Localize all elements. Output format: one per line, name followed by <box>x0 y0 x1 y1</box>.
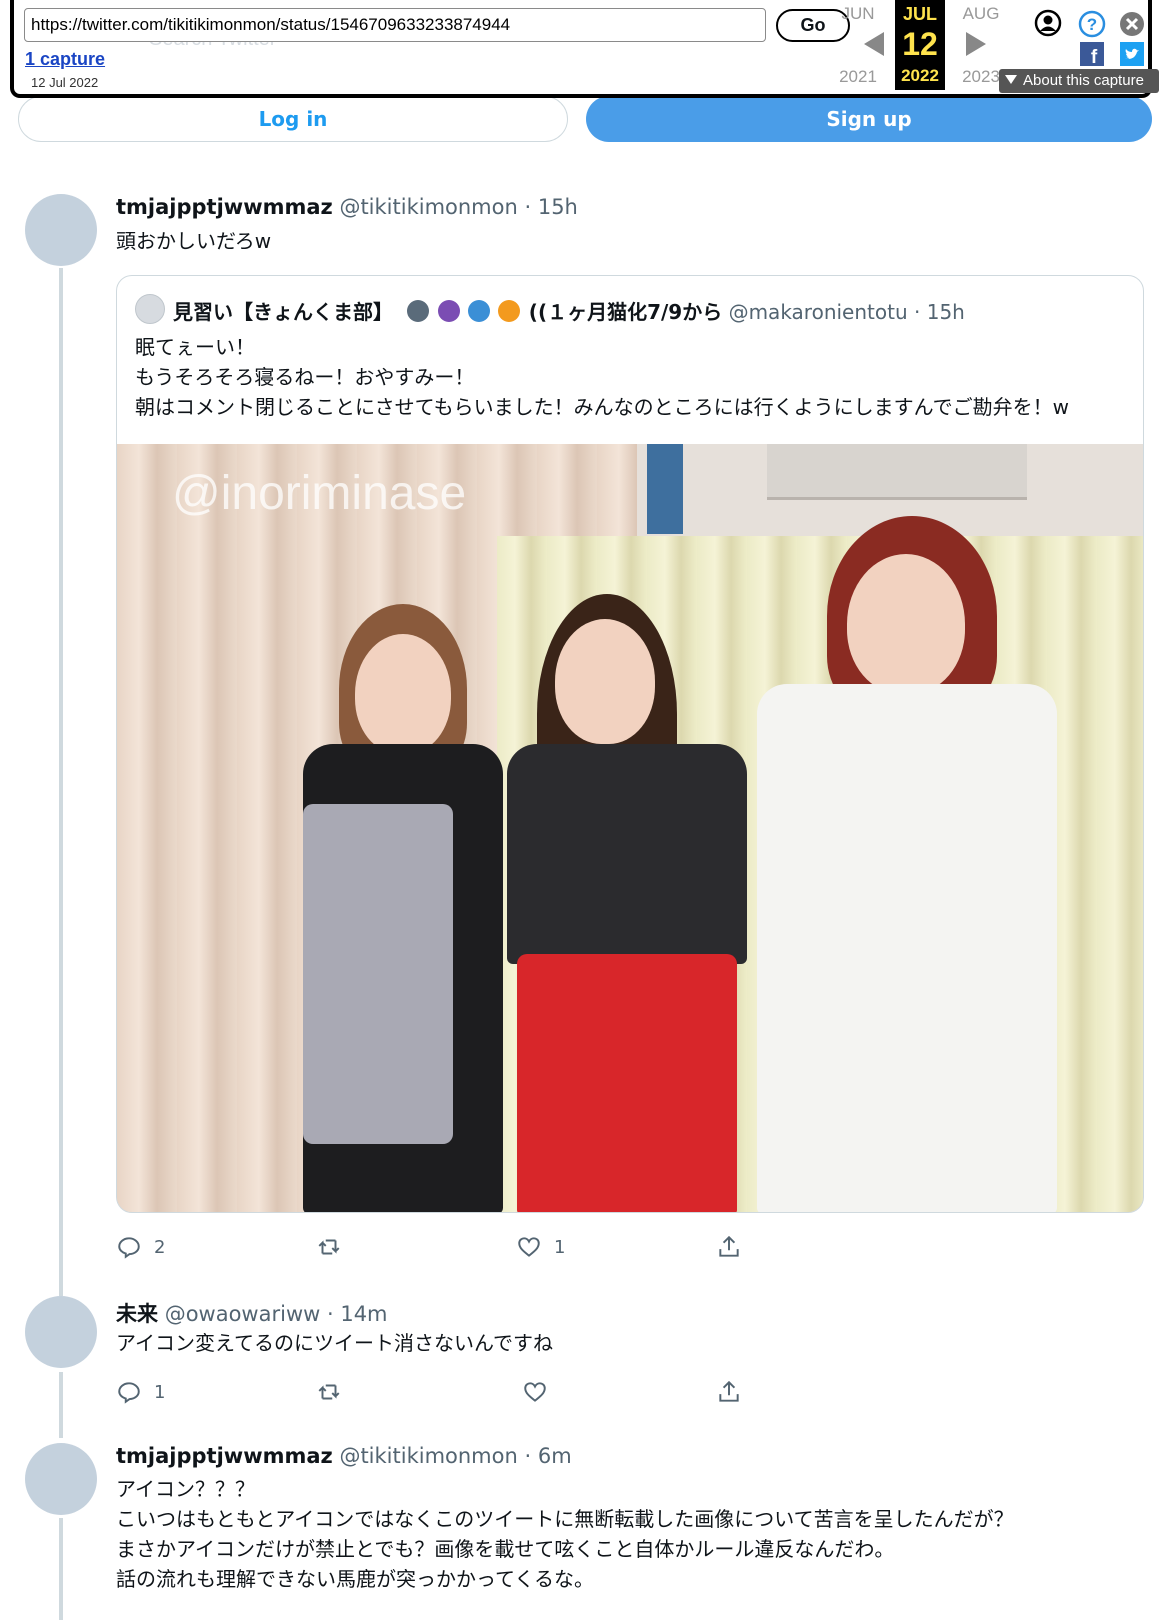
login-button[interactable]: Log in <box>18 96 568 142</box>
quote-line: 眠てぇーい！ <box>135 335 255 359</box>
like-icon <box>524 1382 546 1402</box>
prev-year-link[interactable]: 2021 <box>834 67 882 87</box>
prev-month-link[interactable]: JUN <box>834 4 882 24</box>
thread-line <box>59 268 63 1296</box>
current-capture-date: JUL 12 2022 <box>895 0 945 90</box>
quote-time: · 15h <box>914 300 965 324</box>
retweet-button[interactable] <box>316 1232 354 1262</box>
about-capture-button[interactable]: About this capture <box>999 69 1159 93</box>
shark-emoji-icon <box>407 300 430 322</box>
captures-link[interactable]: 1 capture <box>25 49 105 70</box>
avatar[interactable] <box>25 194 97 266</box>
avatar[interactable] <box>25 1296 97 1368</box>
tweet-line: こいつはもともとアイコンではなくこのツイートに無断転載した画像について苦言を呈し… <box>116 1507 1014 1531</box>
share-button[interactable] <box>716 1377 742 1407</box>
tweet-text: アイコン変えてるのにツイート消さないんですね <box>116 1331 553 1355</box>
like-button[interactable] <box>522 1377 560 1407</box>
quote-text: 眠てぇーい！ もうそろそろ寝るねー！おやすみー！ 朝はコメント閉じることにさせて… <box>135 332 1069 422</box>
retweet-icon <box>318 1384 340 1400</box>
quote-line: もうそろそろ寝るねー！おやすみー！ <box>135 365 475 389</box>
prev-capture-arrow-icon[interactable] <box>864 32 884 56</box>
next-month-link[interactable]: AUG <box>957 4 1005 24</box>
reply-button[interactable]: 1 <box>116 1377 165 1407</box>
quote-author-name: 見習い【きょんくま部】 <box>173 300 393 324</box>
tweet-header: tmjajpptjwwmmaz @tikitikimonmon · 6m <box>116 1444 572 1468</box>
wayback-url-input[interactable]: https://twitter.com/tikitikimonmon/statu… <box>24 8 766 42</box>
current-year: 2022 <box>901 66 939 85</box>
tweet-time[interactable]: · 14m <box>327 1302 388 1326</box>
author-handle[interactable]: @tikitikimonmon <box>339 195 517 219</box>
avatar[interactable] <box>25 1443 97 1515</box>
twitter-icon[interactable] <box>1120 42 1144 66</box>
orange-emoji-icon <box>498 300 521 322</box>
quote-avatar <box>135 294 165 324</box>
svg-text:?: ? <box>1087 15 1097 34</box>
thread-line <box>59 1518 63 1620</box>
emoji-group <box>407 300 528 324</box>
quote-author-name-suffix: ((１ヶ月猫化7/9から <box>528 300 723 324</box>
worm-emoji-icon <box>437 300 460 322</box>
tweet-header: 未来 @owaowariww · 14m <box>116 1298 388 1328</box>
user-icon[interactable] <box>1034 9 1062 37</box>
facebook-icon[interactable]: f <box>1080 42 1104 66</box>
tweet-line: まさかアイコンだけが禁止とでも？画像を載せて呟くこと自体かルール違反なんだわ。 <box>116 1537 895 1561</box>
whale-emoji-icon <box>468 300 491 322</box>
next-year-link[interactable]: 2023 <box>957 67 1005 87</box>
like-count: 1 <box>554 1236 566 1258</box>
quote-photo[interactable]: @inoriminase <box>117 444 1143 1212</box>
tweet-text: 頭おかしいだろw <box>116 229 272 253</box>
quoted-tweet[interactable]: 見習い【きょんくま部】 ((１ヶ月猫化7/9から @makaronientotu… <box>116 275 1144 1213</box>
reply-icon <box>118 1382 140 1404</box>
share-icon <box>719 1235 739 1257</box>
tweet-actions: 2 1 <box>116 1232 756 1262</box>
like-button[interactable]: 1 <box>516 1232 565 1262</box>
quote-author-handle: @makaronientotu <box>728 300 908 324</box>
tweet-header: tmjajpptjwwmmaz @tikitikimonmon · 15h <box>116 195 578 219</box>
author-name[interactable]: tmjajpptjwwmmaz <box>116 195 333 219</box>
capture-date: 12 Jul 2022 <box>31 75 99 90</box>
svg-text:f: f <box>1091 47 1098 66</box>
photo-watermark: @inoriminase <box>172 467 467 520</box>
retweet-button[interactable] <box>316 1377 354 1407</box>
tweet-actions: 1 <box>116 1377 756 1407</box>
reply-count: 1 <box>154 1381 166 1403</box>
share-button[interactable] <box>716 1232 742 1262</box>
like-icon <box>518 1237 540 1257</box>
share-icon <box>719 1380 739 1402</box>
current-day: 12 <box>902 26 938 62</box>
author-name[interactable]: 未来 <box>116 1302 158 1326</box>
next-capture-arrow-icon[interactable] <box>966 32 986 56</box>
signup-button[interactable]: Sign up <box>586 96 1152 142</box>
reply-button[interactable]: 2 <box>116 1232 165 1262</box>
wayback-toolbar: Search Twitter https://twitter.com/tikit… <box>10 0 1159 98</box>
tweet-line: アイコン？？？ <box>116 1477 255 1501</box>
photo-sign <box>767 444 1027 500</box>
quote-line: 朝はコメント閉じることにさせてもらいました！みんなのところには行くようにしますん… <box>135 395 1069 419</box>
tweet-line: 話の流れも理解できない馬鹿が突っかかってくるな。 <box>116 1567 594 1591</box>
reply-icon <box>118 1237 140 1259</box>
thread-line <box>59 1372 63 1438</box>
author-handle[interactable]: @owaowariww <box>165 1302 321 1326</box>
tweet-time[interactable]: · 6m <box>524 1444 571 1468</box>
retweet-icon <box>318 1239 340 1255</box>
quote-header: 見習い【きょんくま部】 ((１ヶ月猫化7/9から @makaronientotu… <box>173 296 965 325</box>
current-month: JUL <box>902 4 937 24</box>
author-handle[interactable]: @tikitikimonmon <box>339 1444 517 1468</box>
photo-window <box>647 444 683 534</box>
close-icon[interactable] <box>1118 10 1146 38</box>
help-icon[interactable]: ? <box>1078 10 1106 38</box>
tweet-text: アイコン？？？ こいつはもともとアイコンではなくこのツイートに無断転載した画像に… <box>116 1474 1014 1594</box>
reply-count: 2 <box>154 1236 166 1258</box>
tweet-time[interactable]: · 15h <box>524 195 577 219</box>
author-name[interactable]: tmjajpptjwwmmaz <box>116 1444 333 1468</box>
